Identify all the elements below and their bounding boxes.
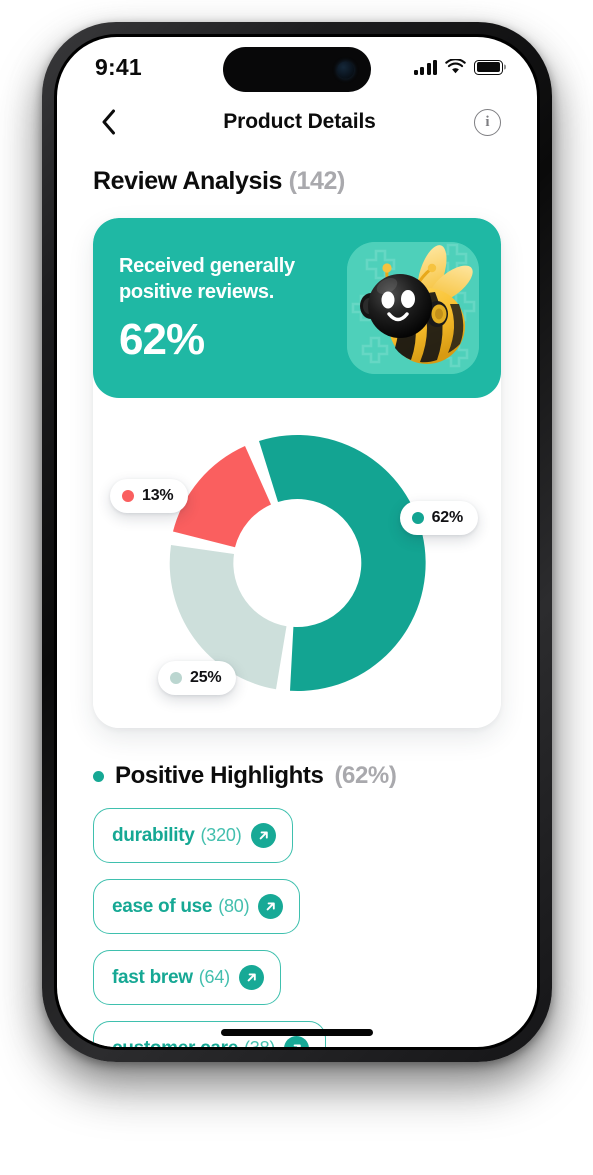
review-analysis-card: Received generally positive reviews. 62% bbox=[93, 218, 501, 728]
positive-highlights-title: Positive Highlights bbox=[115, 762, 324, 789]
highlight-chip-fast-brew[interactable]: fast brew (64) bbox=[93, 950, 281, 1005]
status-bar-indicators bbox=[413, 59, 503, 75]
screenshot-stage: 9:41 Product Details i Review Analysis (… bbox=[0, 0, 593, 1175]
positive-highlights-heading: Positive Highlights (62%) bbox=[93, 762, 501, 790]
wifi-icon bbox=[445, 59, 466, 74]
donut-slice-positive[interactable] bbox=[259, 435, 426, 692]
chip-label: fast brew bbox=[112, 966, 193, 988]
summary-banner: Received generally positive reviews. 62% bbox=[93, 218, 501, 398]
highlight-chip-list: durability (320) ease of use (80) fast b… bbox=[93, 808, 501, 1047]
status-bar-time: 9:41 bbox=[95, 53, 142, 80]
pill-positive-dot bbox=[411, 512, 424, 524]
chip-label: ease of use bbox=[112, 895, 213, 917]
pill-negative-dot bbox=[122, 490, 134, 502]
chevron-left-icon bbox=[102, 109, 115, 135]
status-bar: 9:41 bbox=[57, 37, 537, 93]
pill-positive[interactable]: 62% bbox=[399, 501, 478, 535]
chip-count: (38) bbox=[244, 1038, 275, 1047]
battery-full-icon bbox=[474, 59, 503, 75]
section-heading-count: (142) bbox=[288, 167, 346, 195]
pill-neutral-dot bbox=[170, 672, 182, 684]
front-camera-icon bbox=[337, 61, 354, 78]
pill-neutral-label: 25% bbox=[190, 669, 222, 686]
sentiment-donut-chart: 62% 13% 25% bbox=[93, 398, 501, 728]
bee-mascot-icon bbox=[347, 242, 479, 374]
positive-highlights-percent: (62%) bbox=[334, 762, 397, 789]
section-heading: Review Analysis (142) bbox=[57, 167, 537, 196]
pill-positive-label: 62% bbox=[431, 509, 464, 526]
positive-highlights-section: Positive Highlights (62%) durability (32… bbox=[57, 728, 537, 1047]
highlight-chip-durability[interactable]: durability (320) bbox=[93, 808, 293, 863]
chip-count: (80) bbox=[218, 896, 250, 916]
arrow-up-right-icon[interactable] bbox=[258, 894, 284, 919]
scroll-content: Review Analysis (142) Received generally… bbox=[57, 151, 537, 1047]
arrow-up-right-icon[interactable] bbox=[238, 965, 264, 990]
pill-negative-label: 13% bbox=[142, 487, 174, 504]
bullet-icon bbox=[93, 770, 104, 782]
dynamic-island bbox=[223, 47, 371, 92]
summary-percent: 62% bbox=[119, 314, 205, 364]
pill-negative[interactable]: 13% bbox=[110, 479, 189, 513]
chip-label: customer care bbox=[112, 1038, 238, 1048]
cellular-signal-icon bbox=[413, 59, 437, 75]
arrow-up-right-icon[interactable] bbox=[250, 823, 276, 848]
chip-count: (320) bbox=[200, 825, 242, 845]
navigation-header: Product Details i bbox=[57, 93, 537, 151]
donut-wrap: 62% 13% 25% bbox=[110, 413, 478, 713]
pill-neutral[interactable]: 25% bbox=[158, 661, 237, 695]
phone-device-frame: 9:41 Product Details i Review Analysis (… bbox=[42, 22, 552, 1062]
page-title: Product Details bbox=[223, 110, 376, 133]
info-circle-icon[interactable]: i bbox=[473, 108, 501, 136]
arrow-up-right-icon[interactable] bbox=[284, 1036, 310, 1047]
back-button[interactable] bbox=[91, 105, 125, 139]
phone-screen: 9:41 Product Details i Review Analysis (… bbox=[57, 37, 537, 1047]
device-bezel: 9:41 Product Details i Review Analysis (… bbox=[54, 34, 540, 1050]
home-indicator[interactable] bbox=[221, 1029, 373, 1036]
chip-count: (64) bbox=[198, 967, 230, 987]
chip-label: durability bbox=[112, 824, 195, 846]
summary-line-1: Received generally bbox=[119, 255, 295, 278]
summary-line-2: positive reviews. bbox=[119, 281, 274, 303]
section-heading-label: Review Analysis bbox=[93, 167, 283, 195]
summary-banner-text: Received generally positive reviews. 62% bbox=[119, 254, 333, 361]
bee-mascot-illustration bbox=[347, 242, 479, 374]
highlight-chip-ease-of-use[interactable]: ease of use (80) bbox=[93, 879, 301, 934]
